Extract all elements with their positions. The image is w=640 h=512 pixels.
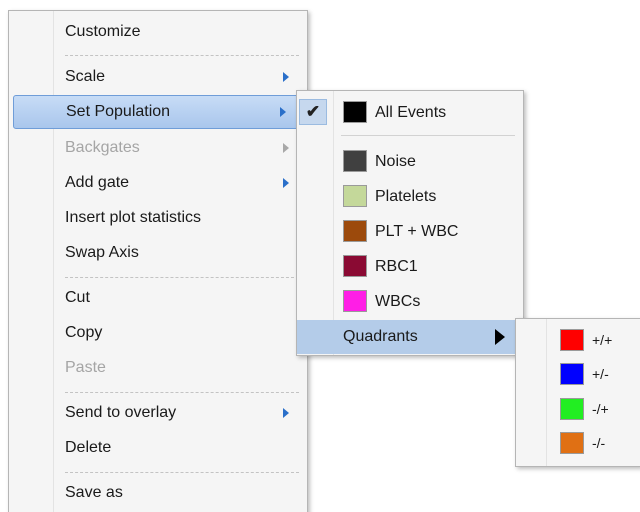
menu-item-label: Scale <box>65 68 106 85</box>
quadrant-label: +/- <box>592 366 609 382</box>
submenu-arrow-icon <box>280 107 286 117</box>
population-item-plt-wbc[interactable]: PLT + WBC <box>297 215 523 249</box>
menu-item-send-to-overlay[interactable]: Send to overlay <box>9 396 307 430</box>
color-swatch <box>343 220 367 242</box>
menu-item-delete[interactable]: Delete <box>9 431 307 465</box>
menu-item-paste: Paste <box>9 351 307 385</box>
quadrant-item-neg-pos[interactable]: -/+ <box>516 392 640 426</box>
color-swatch <box>343 101 367 123</box>
menu-item-label: Paste <box>65 359 106 376</box>
quadrant-label: -/+ <box>592 401 609 417</box>
menu-item-label: Delete <box>65 439 112 456</box>
population-submenu: ✔ All Events Noise Platelets PLT + WBC R… <box>296 90 524 356</box>
population-label: RBC1 <box>375 258 418 275</box>
color-swatch <box>343 185 367 207</box>
color-swatch <box>560 363 584 385</box>
menu-item-label: Swap Axis <box>65 244 139 261</box>
menu-item-label: Save as <box>65 484 123 501</box>
context-menu: Customize Scale Set Population Backgates… <box>8 10 308 512</box>
menu-item-backgates: Backgates <box>9 131 307 165</box>
submenu-arrow-icon <box>283 72 289 82</box>
population-label: Noise <box>375 153 416 170</box>
menu-item-label: Set Population <box>66 103 171 120</box>
menu-item-label: Send to overlay <box>65 404 177 421</box>
menu-item-label: Backgates <box>65 139 140 156</box>
menu-item-cut[interactable]: Cut <box>9 281 307 315</box>
menu-separator <box>65 392 299 393</box>
menu-item-save-as[interactable]: Save as <box>9 476 307 510</box>
color-swatch <box>560 329 584 351</box>
population-label: Platelets <box>375 188 437 205</box>
screen: Customize Scale Set Population Backgates… <box>0 0 640 512</box>
menu-item-label: Cut <box>65 289 90 306</box>
color-swatch <box>343 255 367 277</box>
population-label: Quadrants <box>343 328 418 345</box>
population-label: All Events <box>375 104 447 121</box>
quadrant-item-neg-neg[interactable]: -/- <box>516 426 640 460</box>
population-item-noise[interactable]: Noise <box>297 145 523 179</box>
menu-item-label: Customize <box>65 23 141 40</box>
menu-item-label: Copy <box>65 324 103 341</box>
menu-item-add-gate[interactable]: Add gate <box>9 166 307 200</box>
population-item-wbcs[interactable]: WBCs <box>297 285 523 319</box>
quadrants-submenu: +/+ +/- -/+ -/- <box>515 318 640 467</box>
menu-item-swap-axis[interactable]: Swap Axis <box>9 236 307 270</box>
quadrant-item-pos-pos[interactable]: +/+ <box>516 323 640 357</box>
color-swatch <box>560 432 584 454</box>
menu-item-scale[interactable]: Scale <box>9 60 307 94</box>
color-swatch <box>343 290 367 312</box>
population-label: WBCs <box>375 293 421 310</box>
menu-separator <box>65 55 299 56</box>
population-label: PLT + WBC <box>375 223 459 240</box>
submenu-arrow-icon <box>495 329 505 345</box>
population-item-all-events[interactable]: ✔ All Events <box>297 96 523 130</box>
population-item-quadrants[interactable]: Quadrants <box>297 320 523 354</box>
color-swatch <box>343 150 367 172</box>
population-item-rbc1[interactable]: RBC1 <box>297 250 523 284</box>
menu-item-copy[interactable]: Copy <box>9 316 307 350</box>
menu-item-insert-plot-statistics[interactable]: Insert plot statistics <box>9 201 307 235</box>
submenu-arrow-icon <box>283 143 289 153</box>
quadrant-item-pos-neg[interactable]: +/- <box>516 357 640 391</box>
checkmark-icon: ✔ <box>299 99 327 125</box>
menu-separator <box>65 277 299 278</box>
population-item-platelets[interactable]: Platelets <box>297 180 523 214</box>
menu-item-customize[interactable]: Customize <box>9 15 307 49</box>
menu-item-label: Add gate <box>65 174 130 191</box>
menu-separator <box>341 135 515 136</box>
quadrant-label: -/- <box>592 435 606 451</box>
menu-separator <box>65 472 299 473</box>
menu-item-set-population[interactable]: Set Population <box>13 95 305 129</box>
submenu-arrow-icon <box>283 408 289 418</box>
quadrant-label: +/+ <box>592 332 613 348</box>
menu-item-label: Insert plot statistics <box>65 209 202 226</box>
color-swatch <box>560 398 584 420</box>
submenu-arrow-icon <box>283 178 289 188</box>
